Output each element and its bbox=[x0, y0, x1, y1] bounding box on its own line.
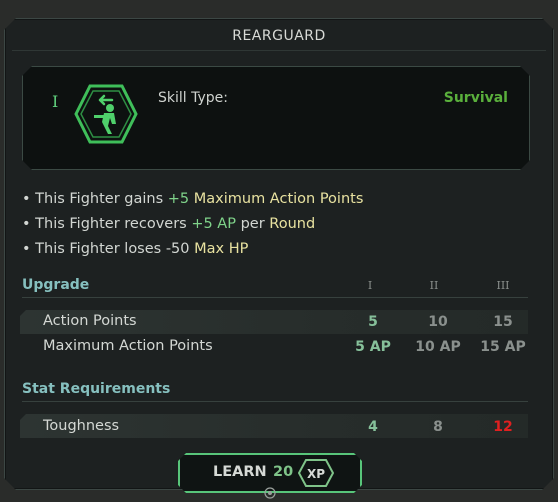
rank-numeral: I bbox=[52, 92, 59, 111]
upgrade-value: 5 bbox=[368, 314, 378, 330]
learn-cost[interactable]: 20 bbox=[273, 464, 293, 480]
section-divider bbox=[22, 297, 528, 298]
effect-value: +5 bbox=[167, 191, 190, 207]
effect-stat: Max HP bbox=[194, 241, 249, 257]
stat-requirements-heading: Stat Requirements bbox=[22, 381, 171, 397]
skill-type-value: Survival bbox=[443, 90, 508, 106]
effect-item: • This Fighter gains +5 Maximum Action P… bbox=[22, 187, 363, 212]
upgrade-value: 10 AP bbox=[415, 339, 461, 355]
requirement-value: 8 bbox=[433, 419, 443, 435]
upgrade-value: 15 AP bbox=[480, 339, 526, 355]
upgrade-value: 5 AP bbox=[355, 339, 391, 355]
cursor-indicator-icon bbox=[264, 487, 276, 499]
upgrade-heading: Upgrade bbox=[22, 277, 90, 293]
effect-value: +5 AP bbox=[191, 216, 236, 232]
level-header: II bbox=[429, 279, 439, 292]
effect-prefix: • This Fighter recovers bbox=[22, 216, 187, 232]
skill-type-label: Skill Type: bbox=[158, 90, 228, 106]
title-divider bbox=[12, 50, 546, 51]
upgrade-value: 15 bbox=[493, 314, 513, 330]
effects-list: • This Fighter gains +5 Maximum Action P… bbox=[22, 187, 363, 262]
effect-middle: per bbox=[240, 216, 265, 232]
learn-button-label[interactable]: LEARN bbox=[213, 464, 267, 480]
upgrade-row-label: Maximum Action Points bbox=[43, 338, 213, 354]
upgrade-row-label: Action Points bbox=[43, 313, 137, 329]
effect-stat: Maximum Action Points bbox=[193, 191, 364, 207]
section-divider bbox=[22, 401, 528, 402]
effect-prefix: • This Fighter gains bbox=[22, 191, 164, 207]
level-header: III bbox=[496, 279, 510, 292]
requirement-row-label: Toughness bbox=[43, 418, 120, 434]
xp-text: XP bbox=[307, 467, 325, 481]
requirement-value: 12 bbox=[493, 419, 513, 435]
requirement-value: 4 bbox=[368, 419, 378, 435]
effect-item: • This Fighter recovers +5 AP per Round bbox=[22, 212, 363, 237]
effect-stat: Round bbox=[269, 216, 316, 232]
fighter-retreat-icon bbox=[74, 84, 138, 144]
level-header: I bbox=[367, 279, 373, 292]
upgrade-value: 10 bbox=[428, 314, 448, 330]
effect-prefix: • This Fighter loses bbox=[22, 241, 162, 257]
effect-item: • This Fighter loses -50 Max HP bbox=[22, 237, 363, 262]
dialog-title: REARGUARD bbox=[232, 28, 326, 44]
xp-icon: XP bbox=[298, 459, 334, 487]
effect-value: -50 bbox=[165, 241, 190, 257]
